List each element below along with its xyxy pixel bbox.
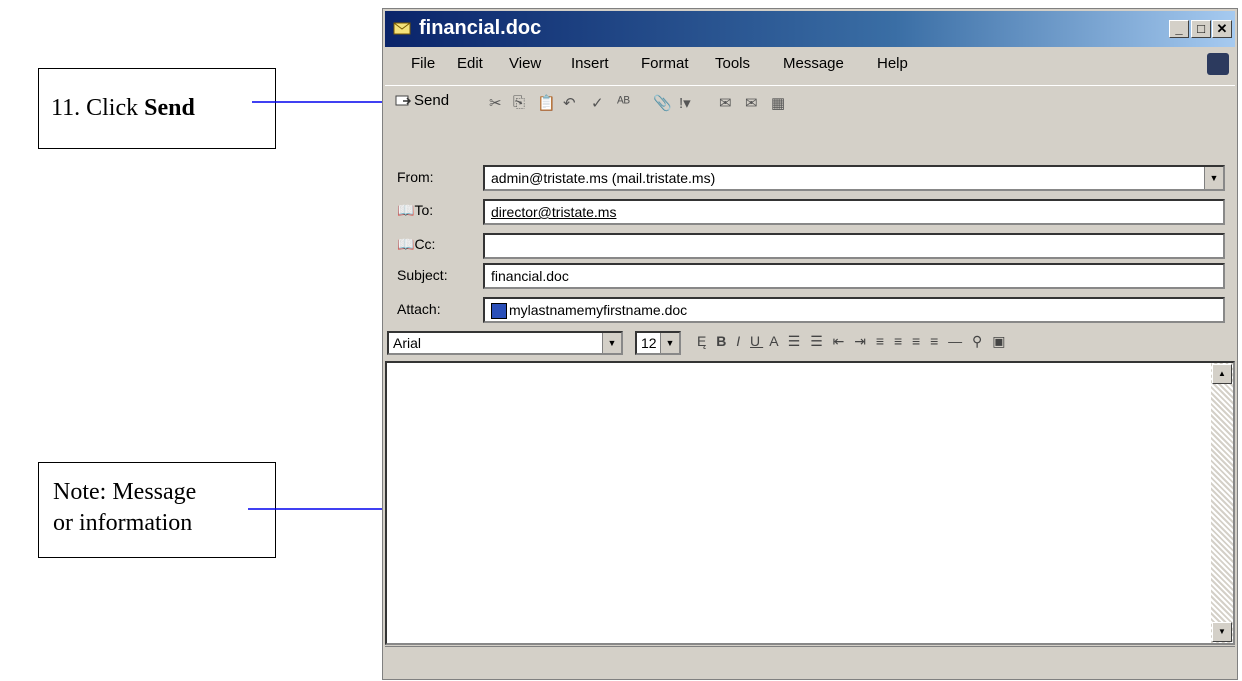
attach-label: Attach: [397, 301, 441, 317]
font-select[interactable]: Arial ▼ [387, 331, 623, 355]
menu-bar: File Edit View Insert Format Tools Messa… [385, 49, 1235, 79]
vertical-scrollbar[interactable]: ▲ ▼ [1211, 363, 1233, 643]
priority-icon[interactable]: !▾ [679, 94, 691, 112]
spelling-icon[interactable]: ᴬᴮ [617, 94, 630, 111]
align-left-icon[interactable]: ≡ [876, 333, 887, 349]
horizontal-line-icon[interactable]: — [948, 333, 965, 349]
menu-message[interactable]: Message [783, 55, 844, 72]
mail-icon [393, 22, 411, 35]
cc-label: Cc: [414, 236, 436, 252]
menu-tools[interactable]: Tools [715, 55, 750, 72]
windows-logo-icon [1207, 53, 1229, 75]
cc-address-book-icon[interactable]: 📖 [397, 236, 414, 252]
from-field[interactable]: admin@tristate.ms (mail.tristate.ms) ▼ [483, 165, 1225, 191]
underline-icon[interactable]: U [750, 333, 763, 349]
numbered-list-icon[interactable]: ☰ [788, 333, 804, 349]
from-dropdown-button[interactable]: ▼ [1204, 167, 1223, 189]
subject-label: Subject: [397, 267, 448, 283]
justify-icon[interactable]: ≡ [930, 333, 941, 349]
toolbar: Send ✂ ⎘ 📋 ↶ ✓ ᴬᴮ 📎 !▾ ✉ ✉ ▦ [385, 85, 1235, 118]
callout-note: Note: Message or information [38, 462, 276, 558]
minimize-button[interactable]: _ [1169, 20, 1189, 38]
insert-picture-icon[interactable]: ▣ [992, 333, 1008, 349]
callout-send-prefix: 11. Click [51, 95, 145, 121]
bullet-list-icon[interactable]: ☰ [810, 333, 826, 349]
attach-field[interactable]: mylastnamemyfirstname.doc [483, 297, 1225, 323]
increase-indent-icon[interactable]: ⇥ [854, 333, 869, 349]
encrypt-icon[interactable]: ✉ [745, 94, 758, 112]
paragraph-style-icon[interactable]: Ę [697, 333, 709, 349]
to-label-wrap: 📖To: [397, 202, 433, 219]
bold-icon[interactable]: B [716, 333, 729, 349]
close-button[interactable]: ✕ [1212, 20, 1232, 38]
font-dropdown-button[interactable]: ▼ [602, 333, 621, 353]
cut-icon[interactable]: ✂ [489, 94, 502, 112]
send-label: Send [414, 92, 450, 109]
menu-insert[interactable]: Insert [571, 55, 609, 72]
from-label: From: [397, 169, 434, 185]
menu-format[interactable]: Format [641, 55, 689, 72]
from-value: admin@tristate.ms (mail.tristate.ms) [491, 170, 716, 186]
align-center-icon[interactable]: ≡ [894, 333, 905, 349]
format-icons: Ę B I U A ☰ ☰ ⇤ ⇥ ≡ ≡ ≡ ≡ — ⚲ ▣ [697, 333, 1008, 350]
to-field[interactable]: director@tristate.ms [483, 199, 1225, 225]
to-label: To: [414, 202, 434, 218]
hyperlink-icon[interactable]: ⚲ [972, 333, 985, 349]
compose-window: financial.doc _ □ ✕ File Edit View Inser… [382, 8, 1238, 680]
callout-note-line1: Note: Message [53, 479, 197, 505]
callout-send: 11. Click Send [38, 68, 276, 149]
copy-icon[interactable]: ⎘ [513, 94, 525, 111]
check-names-icon[interactable]: ✓ [591, 94, 604, 112]
attach-icon[interactable]: 📎 [653, 94, 672, 112]
italic-icon[interactable]: I [736, 333, 743, 349]
word-doc-icon [491, 303, 507, 320]
size-select[interactable]: 12 ▼ [635, 331, 681, 355]
decrease-indent-icon[interactable]: ⇤ [833, 333, 848, 349]
subject-field[interactable]: financial.doc [483, 263, 1225, 289]
formatting-bar: Arial ▼ 12 ▼ Ę B I U A ☰ ☰ ⇤ ⇥ ≡ ≡ ≡ ≡ —… [385, 327, 1235, 357]
to-value: director@tristate.ms [491, 204, 617, 220]
undo-icon[interactable]: ↶ [563, 94, 576, 112]
paste-icon[interactable]: 📋 [537, 94, 556, 112]
window-title: financial.doc [419, 17, 542, 39]
callout-note-line2: or information [53, 510, 193, 536]
title-bar[interactable]: financial.doc _ □ ✕ [385, 11, 1235, 47]
font-value: Arial [393, 335, 422, 351]
menu-edit[interactable]: Edit [457, 55, 483, 72]
attach-value: mylastnamemyfirstname.doc [509, 302, 688, 318]
size-dropdown-button[interactable]: ▼ [660, 333, 679, 353]
address-book-icon[interactable]: 📖 [397, 202, 414, 218]
maximize-button[interactable]: □ [1191, 20, 1211, 38]
cc-label-wrap: 📖Cc: [397, 236, 435, 253]
message-body[interactable]: ▲ ▼ [385, 361, 1235, 645]
menu-view[interactable]: View [509, 55, 541, 72]
menu-file[interactable]: File [411, 55, 435, 72]
scroll-up-button[interactable]: ▲ [1212, 364, 1232, 384]
callout-send-bold: Send [144, 95, 195, 121]
menu-help[interactable]: Help [877, 55, 908, 72]
scroll-down-button[interactable]: ▼ [1212, 622, 1232, 642]
font-color-icon[interactable]: A [769, 333, 781, 349]
status-bar [385, 646, 1235, 677]
align-right-icon[interactable]: ≡ [912, 333, 923, 349]
size-value: 12 [641, 335, 657, 351]
sign-icon[interactable]: ✉ [719, 94, 732, 112]
send-button[interactable]: Send [395, 92, 449, 109]
send-icon [395, 95, 411, 105]
offline-icon[interactable]: ▦ [771, 94, 785, 112]
subject-value: financial.doc [491, 268, 569, 284]
cc-field[interactable] [483, 233, 1225, 259]
